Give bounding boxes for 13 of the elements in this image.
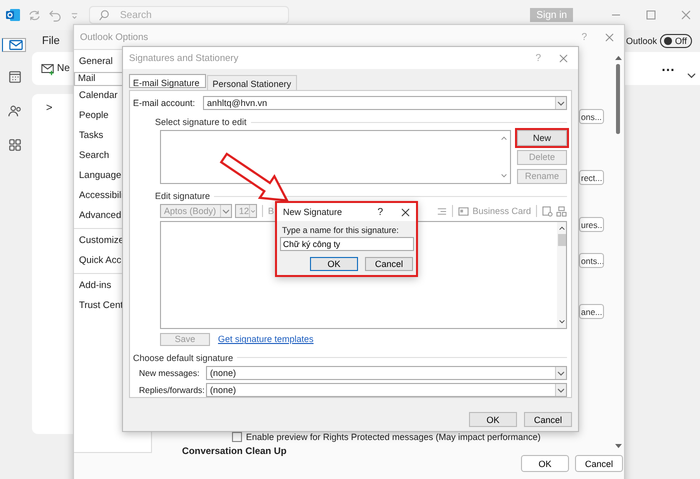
- section-heading: Conversation Clean Up: [182, 446, 287, 457]
- dialog-title: New Signature: [283, 207, 342, 217]
- group-label: Choose default signature: [133, 352, 234, 363]
- group-label: Select signature to edit: [155, 117, 247, 128]
- group-label: Edit signature: [155, 191, 210, 202]
- checkbox-label: Enable preview for Rights Protected messages (May impact performance): [246, 432, 541, 442]
- field-label: New messages:: [139, 368, 200, 378]
- prompt-label: Type a name for this signature:: [282, 225, 400, 235]
- field-label: Replies/forwards:: [139, 384, 206, 395]
- dialog-title: Signatures and Stationery: [129, 52, 238, 64]
- window-title: Outlook Options: [80, 32, 148, 42]
- field-label: E-mail account:: [133, 98, 196, 108]
- toggle-label: Outlook: [626, 36, 657, 46]
